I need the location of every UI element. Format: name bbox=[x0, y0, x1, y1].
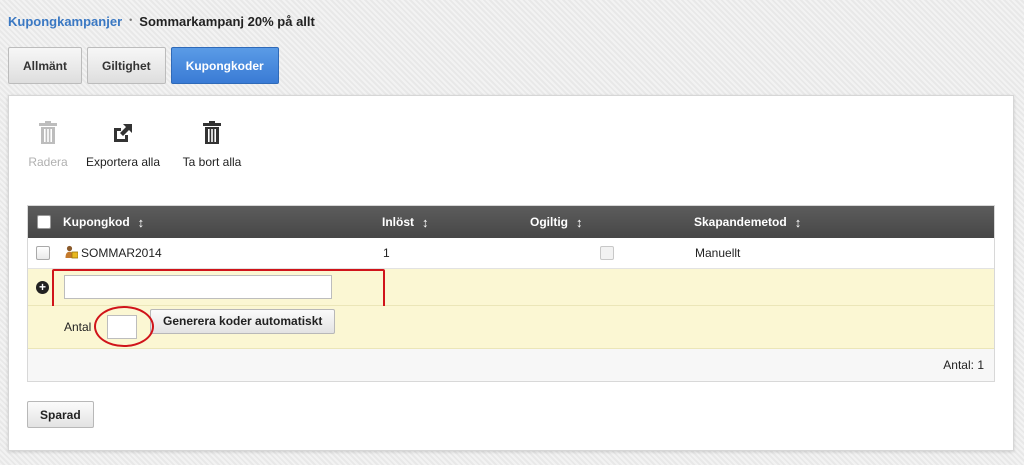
grid-footer: Antal: 1 bbox=[28, 349, 994, 381]
column-method-label: Skapandemetod bbox=[694, 215, 787, 229]
select-all-cell bbox=[37, 215, 51, 229]
redeemed-cell: 1 bbox=[383, 246, 390, 260]
toolbar: Radera Exportera alla Ta bort alla bbox=[27, 120, 261, 169]
generate-codes-row: Antal Generera koder automatiskt bbox=[28, 306, 994, 349]
quantity-input[interactable] bbox=[107, 315, 137, 339]
remove-all-label: Ta bort alla bbox=[182, 155, 242, 169]
method-cell: Manuellt bbox=[695, 246, 741, 260]
coupon-user-icon bbox=[65, 245, 79, 262]
invalid-checkbox[interactable] bbox=[600, 246, 614, 260]
sort-icon[interactable]: ↕ bbox=[138, 215, 145, 230]
tab-bar: Allmänt Giltighet Kupongkoder bbox=[8, 47, 279, 84]
quantity-label: Antal bbox=[64, 320, 92, 334]
coupon-codes-grid: Kupongkod ↕ Inlöst ↕ Ogiltig ↕ Skapandem… bbox=[27, 205, 995, 382]
delete-button[interactable]: Radera bbox=[27, 120, 69, 169]
trash-icon bbox=[38, 120, 58, 146]
coupon-code-text[interactable]: SOMMAR2014 bbox=[81, 246, 162, 260]
remove-all-button[interactable]: Ta bort alla bbox=[177, 120, 247, 169]
generate-button-cell: Generera koder automatiskt bbox=[150, 300, 336, 342]
delete-label: Radera bbox=[28, 155, 68, 169]
sort-icon[interactable]: ↕ bbox=[422, 215, 429, 230]
trash-icon bbox=[202, 120, 222, 146]
column-invalid-label: Ogiltig bbox=[530, 215, 568, 229]
save-button[interactable]: Sparad bbox=[27, 401, 94, 428]
export-all-label: Exportera alla bbox=[85, 155, 161, 169]
tab-coupon-codes[interactable]: Kupongkoder bbox=[170, 47, 279, 84]
invalid-cell bbox=[600, 238, 614, 268]
tab-general[interactable]: Allmänt bbox=[8, 47, 83, 84]
column-redeemed-label: Inlöst bbox=[382, 215, 414, 229]
sort-icon[interactable]: ↕ bbox=[795, 215, 802, 230]
breadcrumb-link-coupon-campaigns[interactable]: Kupongkampanjer bbox=[8, 14, 122, 29]
quantity-cell bbox=[107, 306, 137, 348]
new-code-input[interactable] bbox=[64, 275, 332, 299]
select-all-checkbox[interactable] bbox=[37, 215, 51, 229]
sort-icon[interactable]: ↕ bbox=[576, 215, 583, 230]
column-code-label: Kupongkod bbox=[63, 215, 130, 229]
breadcrumb-current: Sommarkampanj 20% på allt bbox=[139, 14, 315, 29]
row-checkbox[interactable] bbox=[36, 246, 50, 260]
breadcrumb-separator: • bbox=[129, 14, 133, 25]
column-header-code[interactable]: Kupongkod ↕ bbox=[63, 215, 144, 230]
add-code-cell: + bbox=[36, 269, 49, 305]
column-header-method[interactable]: Skapandemetod ↕ bbox=[694, 215, 801, 230]
plus-circle-icon[interactable]: + bbox=[36, 280, 49, 294]
tab-validity[interactable]: Giltighet bbox=[87, 47, 166, 84]
breadcrumb: Kupongkampanjer • Sommarkampanj 20% på a… bbox=[8, 14, 315, 29]
export-icon bbox=[112, 120, 134, 146]
coupon-codes-panel: Radera Exportera alla Ta bort alla Kupon… bbox=[8, 95, 1014, 451]
code-cell: SOMMAR2014 bbox=[65, 238, 162, 268]
generate-codes-button[interactable]: Generera koder automatiskt bbox=[150, 308, 336, 334]
column-header-invalid[interactable]: Ogiltig ↕ bbox=[530, 215, 583, 230]
total-count: Antal: 1 bbox=[943, 358, 984, 372]
column-header-redeemed[interactable]: Inlöst ↕ bbox=[382, 215, 429, 230]
table-row: SOMMAR2014 1 Manuellt bbox=[28, 238, 994, 269]
row-select-cell bbox=[36, 238, 50, 268]
export-all-button[interactable]: Exportera alla bbox=[83, 120, 163, 169]
grid-header: Kupongkod ↕ Inlöst ↕ Ogiltig ↕ Skapandem… bbox=[28, 206, 994, 238]
